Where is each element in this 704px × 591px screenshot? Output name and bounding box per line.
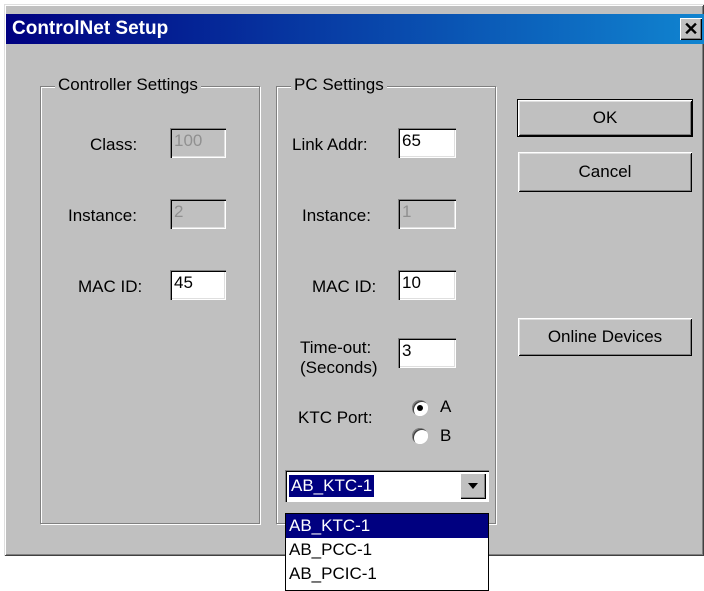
title-bar: ControlNet Setup ✕ <box>6 14 704 44</box>
radio-selected-dot <box>417 405 423 411</box>
ok-button[interactable]: OK <box>517 99 693 137</box>
controller-macid-label: MAC ID: <box>78 277 143 296</box>
port-b-radio[interactable] <box>412 428 428 444</box>
port-b-label: B <box>440 426 452 445</box>
controller-instance-label: Instance: <box>68 206 137 225</box>
dropdown-option[interactable]: AB_KTC-1 <box>286 514 488 538</box>
pc-instance-label: Instance: <box>302 206 371 225</box>
close-button[interactable]: ✕ <box>680 18 702 40</box>
timeout-seconds-label: (Seconds) <box>300 358 378 377</box>
controller-instance-field: 2 <box>170 199 226 229</box>
adapter-dropdown-list: AB_KTC-1 AB_PCC-1 AB_PCIC-1 <box>285 513 489 591</box>
pc-macid-field[interactable]: 10 <box>398 270 456 300</box>
link-addr-label: Link Addr: <box>292 135 368 154</box>
timeout-field[interactable]: 3 <box>398 338 456 368</box>
combo-selected-value: AB_KTC-1 <box>289 475 375 497</box>
link-addr-field[interactable]: 65 <box>398 128 456 158</box>
controller-class-label: Class: <box>90 135 138 154</box>
controller-settings-group: Controller Settings <box>40 75 260 524</box>
chevron-down-icon[interactable] <box>460 473 486 499</box>
port-a-label: A <box>440 397 452 416</box>
pc-instance-field: 1 <box>398 199 456 229</box>
pc-macid-label: MAC ID: <box>312 277 377 296</box>
ktc-port-label: KTC Port: <box>298 408 373 427</box>
adapter-combobox[interactable]: AB_KTC-1 <box>285 470 489 502</box>
port-a-radio[interactable] <box>412 400 428 416</box>
controller-settings-label: Controller Settings <box>55 75 201 95</box>
online-devices-button[interactable]: Online Devices <box>518 318 692 356</box>
pc-settings-label: PC Settings <box>291 75 387 95</box>
dropdown-option[interactable]: AB_PCIC-1 <box>286 562 488 586</box>
controller-macid-field[interactable]: 45 <box>170 270 226 300</box>
controller-class-field: 100 <box>170 128 226 158</box>
timeout-label: Time-out: <box>300 338 372 357</box>
cancel-button[interactable]: Cancel <box>518 152 692 192</box>
window-title: ControlNet Setup <box>12 18 169 39</box>
dropdown-option[interactable]: AB_PCC-1 <box>286 538 488 562</box>
